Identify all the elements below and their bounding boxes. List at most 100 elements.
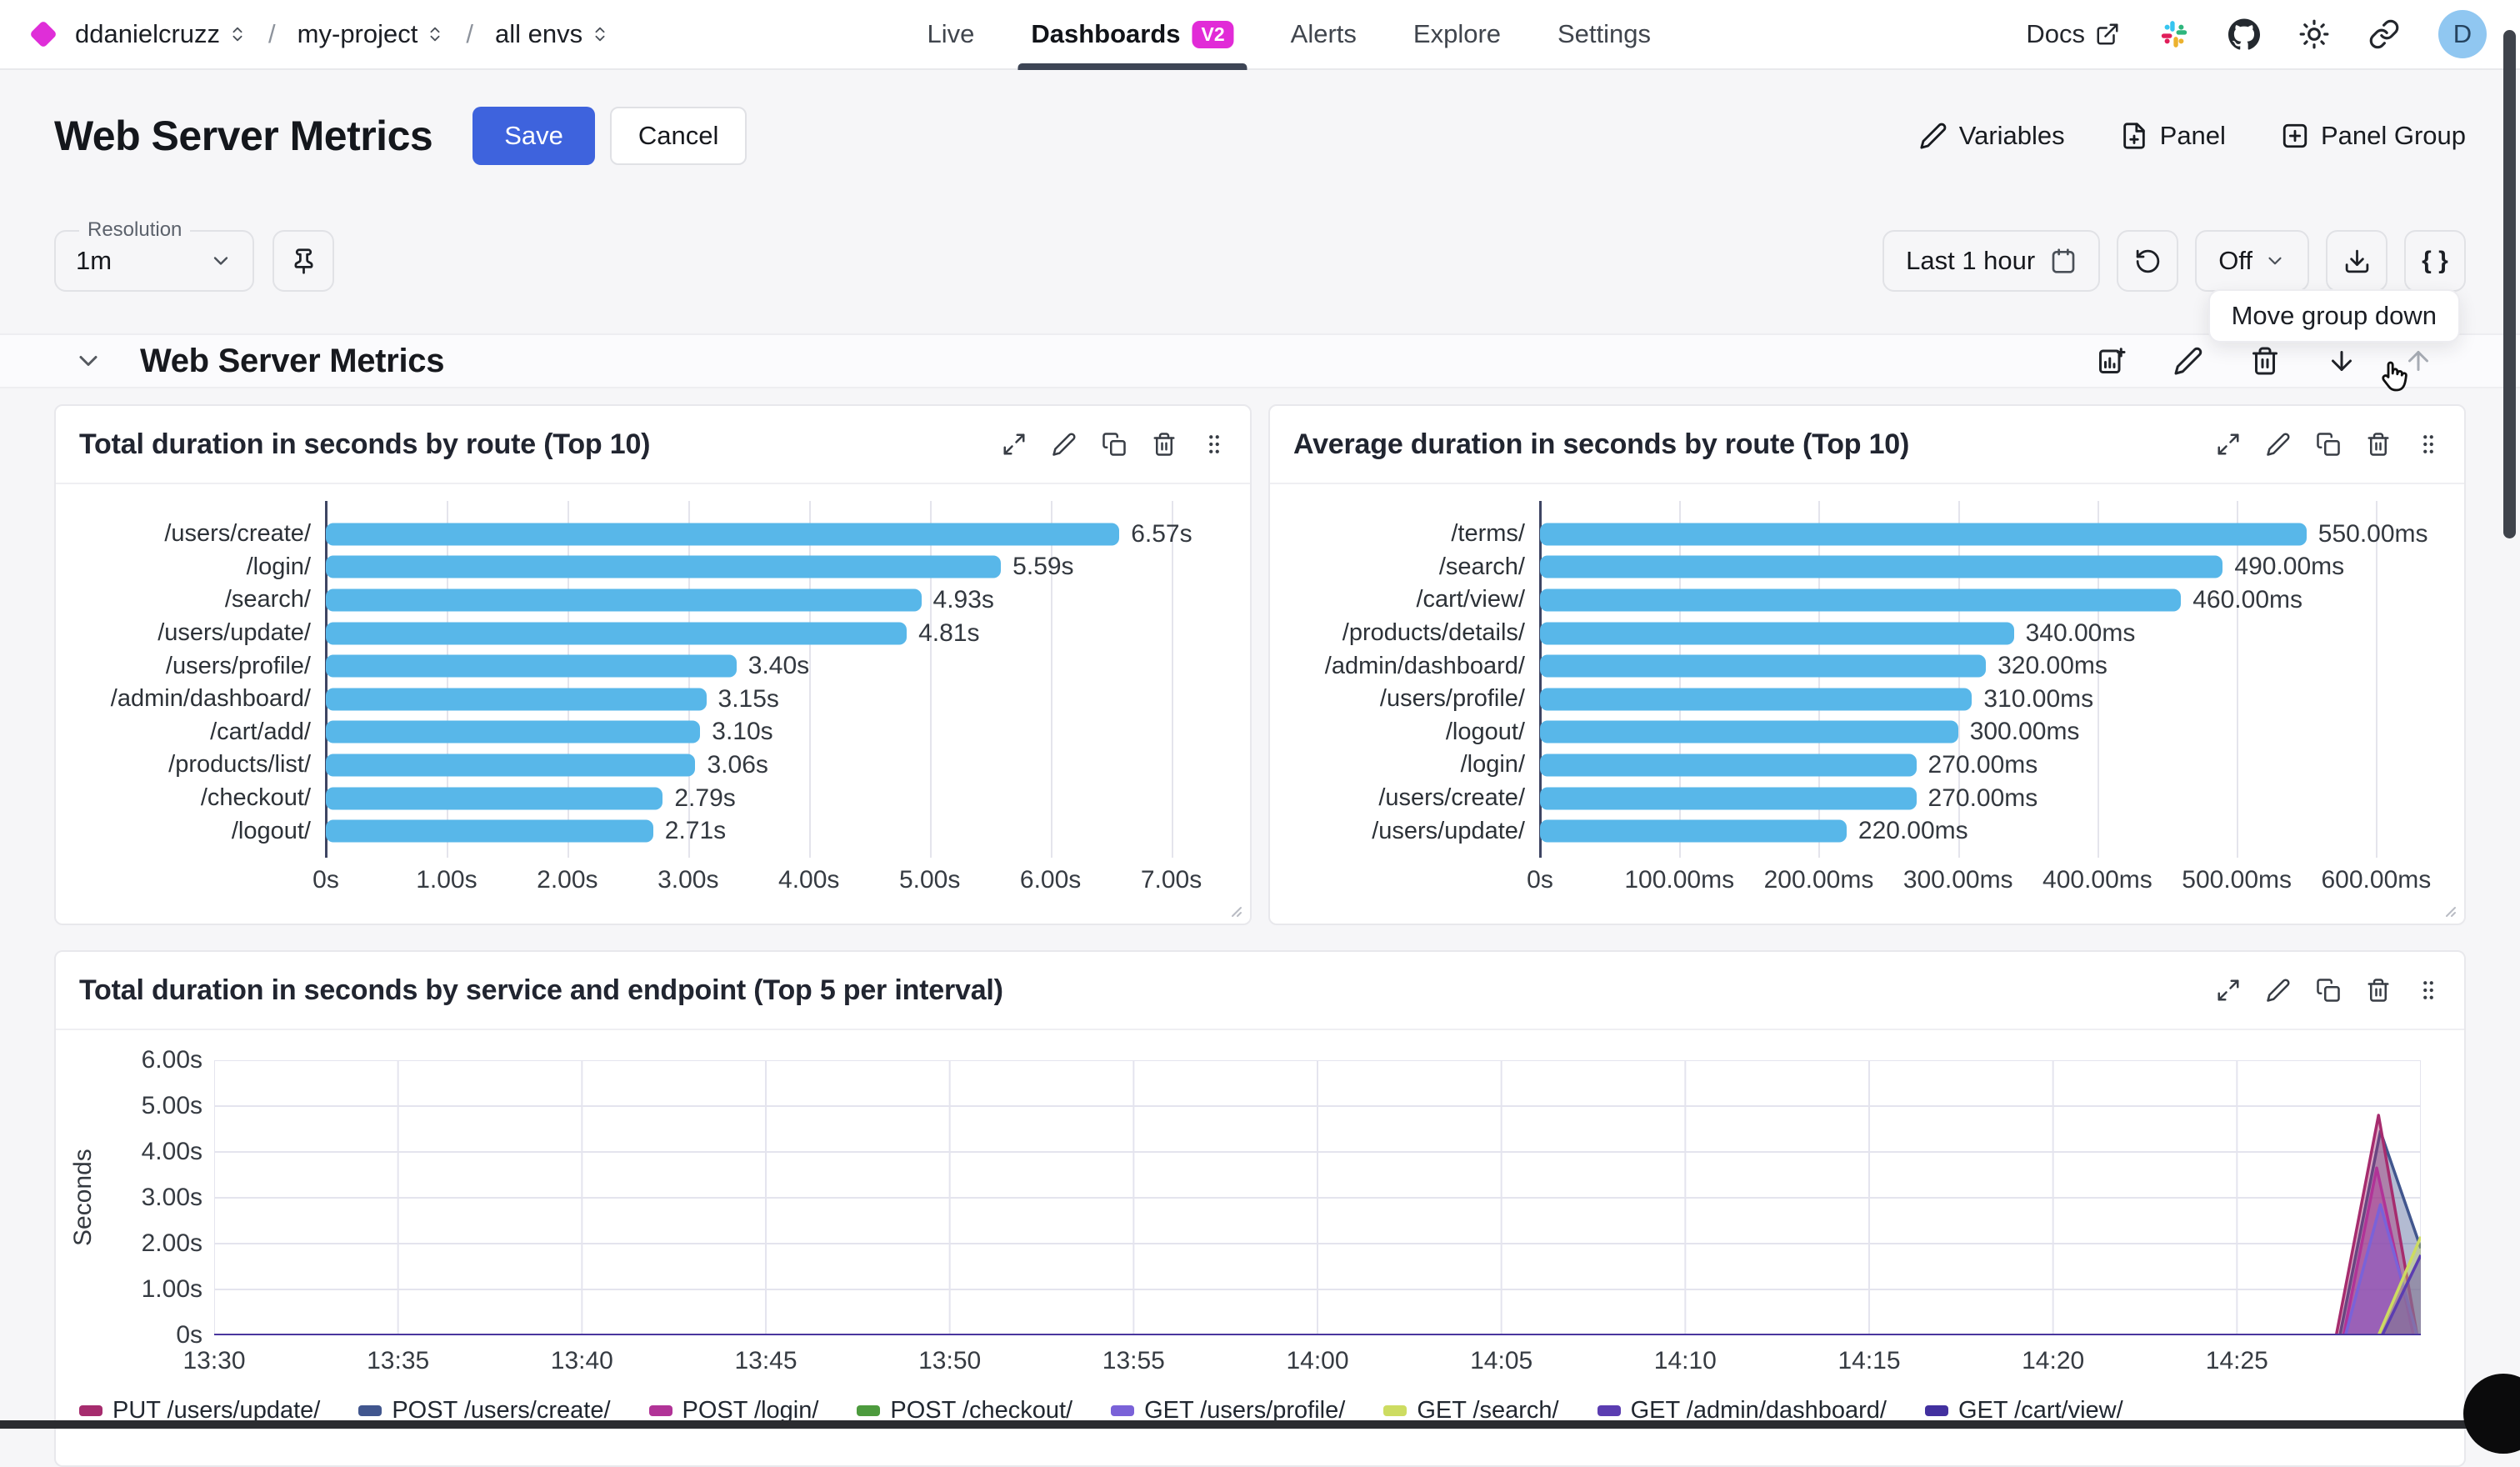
panel-duration-by-service-endpoint: Total duration in seconds by service and… bbox=[54, 950, 2466, 1467]
bar-category-label: /users/create/ bbox=[76, 520, 326, 548]
nav-tab-explore[interactable]: Explore bbox=[1413, 0, 1501, 68]
nav-tab-alerts[interactable]: Alerts bbox=[1291, 0, 1357, 68]
bar bbox=[1540, 588, 2181, 611]
panel-actions bbox=[2216, 432, 2441, 457]
save-button[interactable]: Save bbox=[472, 107, 595, 165]
y-tick-label: 3.00s bbox=[142, 1184, 202, 1212]
legend-swatch bbox=[358, 1405, 382, 1416]
panel-group-title: Web Server Metrics bbox=[140, 343, 444, 380]
breadcrumb-separator: / bbox=[466, 19, 473, 49]
pin-button[interactable] bbox=[272, 230, 334, 292]
add-panel-button[interactable]: Panel bbox=[2120, 121, 2226, 151]
bar-value-label: 270.00ms bbox=[1928, 784, 2038, 813]
resize-handle-icon[interactable] bbox=[1223, 899, 1243, 919]
duplicate-panel-icon[interactable] bbox=[2316, 978, 2341, 1003]
bar-value-label: 460.00ms bbox=[2192, 586, 2302, 614]
panel-header: Total duration in seconds by route (Top … bbox=[56, 406, 1250, 484]
drag-handle-icon[interactable] bbox=[1202, 432, 1227, 457]
bar bbox=[1540, 820, 1847, 843]
duplicate-panel-icon[interactable] bbox=[2316, 432, 2341, 457]
bar-category-label: /cart/add/ bbox=[76, 718, 326, 746]
edit-panel-icon[interactable] bbox=[2266, 978, 2291, 1003]
drag-handle-icon[interactable] bbox=[2416, 978, 2441, 1003]
panel-average-duration-by-route: Average duration in seconds by route (To… bbox=[1268, 404, 2466, 925]
cancel-button[interactable]: Cancel bbox=[610, 107, 748, 165]
theme-sun-icon[interactable] bbox=[2298, 18, 2330, 50]
add-panel-group-button[interactable]: Panel Group bbox=[2281, 121, 2466, 151]
expand-icon[interactable] bbox=[2216, 978, 2241, 1003]
legend-swatch bbox=[857, 1405, 880, 1416]
bar bbox=[1540, 754, 1917, 776]
x-tick-label: 400.00ms bbox=[2042, 866, 2152, 894]
docs-link[interactable]: Docs bbox=[2026, 19, 2120, 49]
edit-panel-icon[interactable] bbox=[1052, 432, 1077, 457]
bar-row: /logout/300.00ms bbox=[1290, 716, 2446, 749]
bar bbox=[326, 820, 653, 843]
bar bbox=[1540, 655, 1986, 678]
v2-badge: V2 bbox=[1192, 21, 1234, 48]
bar-row: /terms/550.00ms bbox=[1290, 518, 2446, 551]
x-tick-label: 13:30 bbox=[182, 1347, 245, 1375]
x-tick-label: 5.00s bbox=[899, 866, 960, 894]
move-group-down-icon[interactable] bbox=[2327, 346, 2357, 376]
resolution-label: Resolution bbox=[79, 218, 190, 242]
slack-icon[interactable] bbox=[2158, 18, 2190, 50]
add-panel-to-group-icon[interactable] bbox=[2097, 346, 2127, 376]
pin-icon bbox=[290, 248, 318, 275]
move-group-up-icon[interactable] bbox=[2403, 346, 2433, 376]
env-name: all envs bbox=[495, 19, 582, 49]
delete-panel-icon[interactable] bbox=[1152, 432, 1177, 457]
drag-handle-icon[interactable] bbox=[2416, 432, 2441, 457]
plot-area bbox=[214, 1060, 2421, 1335]
nav-tab-settings[interactable]: Settings bbox=[1558, 0, 1651, 68]
json-view-button[interactable]: { } bbox=[2404, 230, 2466, 292]
time-range-picker[interactable]: Last 1 hour bbox=[1882, 230, 2100, 292]
expand-icon[interactable] bbox=[1002, 432, 1027, 457]
refresh-button[interactable] bbox=[2117, 230, 2178, 292]
controls-row: Resolution 1m Last 1 hour Off { } bbox=[54, 230, 2466, 292]
edit-group-icon[interactable] bbox=[2173, 346, 2203, 376]
duplicate-panel-icon[interactable] bbox=[1102, 432, 1127, 457]
breadcrumb-org[interactable]: ddanielcruzz bbox=[75, 19, 247, 49]
x-tick-label: 1.00s bbox=[416, 866, 477, 894]
y-tick-label: 2.00s bbox=[142, 1229, 202, 1258]
resolution-select[interactable]: Resolution 1m bbox=[54, 230, 254, 292]
breadcrumb-env[interactable]: all envs bbox=[495, 19, 609, 49]
bar-value-label: 4.93s bbox=[933, 586, 994, 614]
nav-tab-live[interactable]: Live bbox=[927, 0, 974, 68]
download-button[interactable] bbox=[2326, 230, 2388, 292]
breadcrumb-project[interactable]: my-project bbox=[298, 19, 445, 49]
x-tick-label: 7.00s bbox=[1141, 866, 1202, 894]
scrollbar-thumb[interactable] bbox=[2503, 30, 2516, 538]
delete-group-icon[interactable] bbox=[2250, 346, 2280, 376]
panel-group-actions bbox=[2097, 346, 2433, 376]
resize-handle-icon[interactable] bbox=[2438, 899, 2458, 919]
project-name: my-project bbox=[298, 19, 418, 49]
timeseries-chart: Seconds 0s1.00s2.00s3.00s4.00s5.00s6.00s bbox=[56, 1030, 2464, 1335]
help-bubble-partial[interactable] bbox=[2463, 1374, 2520, 1454]
share-link-icon[interactable] bbox=[2368, 18, 2400, 50]
bar-row: /users/profile/3.40s bbox=[76, 649, 1232, 683]
delete-panel-icon[interactable] bbox=[2366, 432, 2391, 457]
bar-value-label: 320.00ms bbox=[1998, 652, 2108, 680]
edit-panel-icon[interactable] bbox=[2266, 432, 2291, 457]
bar bbox=[326, 787, 662, 809]
bar-category-label: /logout/ bbox=[76, 818, 326, 845]
x-tick-label: 13:40 bbox=[551, 1347, 613, 1375]
delete-panel-icon[interactable] bbox=[2366, 978, 2391, 1003]
bar-row: /checkout/2.79s bbox=[76, 782, 1232, 815]
x-tick-label: 13:50 bbox=[918, 1347, 981, 1375]
expand-icon[interactable] bbox=[2216, 432, 2241, 457]
auto-refresh-select[interactable]: Off bbox=[2195, 230, 2309, 292]
breadcrumb-separator: / bbox=[268, 19, 276, 49]
bar bbox=[326, 655, 737, 678]
chevron-down-icon bbox=[209, 249, 232, 273]
github-icon[interactable] bbox=[2228, 18, 2260, 50]
nav-tab-dashboards[interactable]: DashboardsV2 bbox=[1031, 0, 1233, 68]
y-tick-label: 1.00s bbox=[142, 1275, 202, 1304]
bar-category-label: /search/ bbox=[1290, 553, 1540, 581]
collapse-chevron-icon[interactable] bbox=[73, 346, 103, 376]
user-avatar[interactable]: D bbox=[2438, 10, 2487, 58]
move-group-down-tooltip: Move group down bbox=[2208, 289, 2460, 343]
variables-button[interactable]: Variables bbox=[1919, 121, 2065, 151]
